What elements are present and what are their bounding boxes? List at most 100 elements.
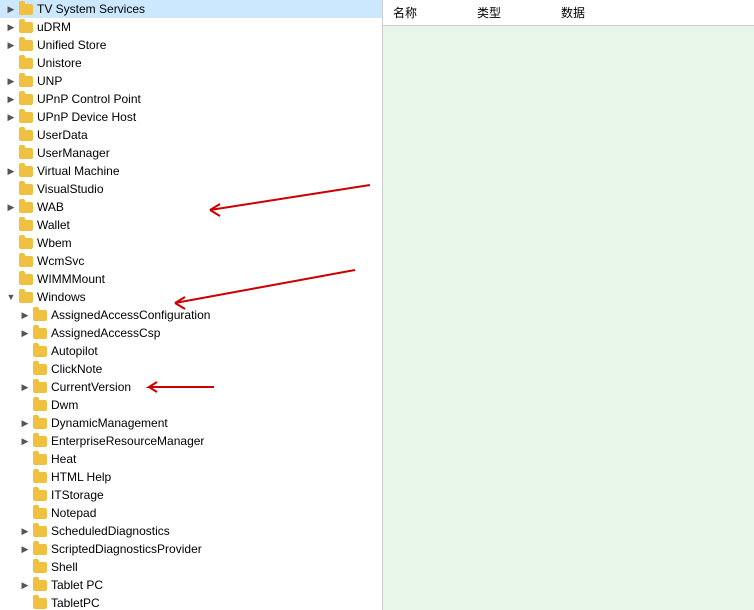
expand-icon-enterprise-resource-manager[interactable]: ▶ <box>18 434 32 448</box>
tree-item-autopilot[interactable]: Autopilot <box>0 342 382 360</box>
expand-icon-heat[interactable] <box>18 452 32 466</box>
expand-icon-wab[interactable]: ▶ <box>4 200 18 214</box>
expand-icon-scripted-diagnostics-provider[interactable]: ▶ <box>18 542 32 556</box>
expand-icon-unp[interactable]: ▶ <box>4 74 18 88</box>
tree-item-dynamic-management[interactable]: ▶ DynamicManagement <box>0 414 382 432</box>
tree-item-currentversion[interactable]: ▶ CurrentVersion <box>0 378 382 396</box>
tree-item-scripted-diagnostics-provider[interactable]: ▶ ScriptedDiagnosticsProvider <box>0 540 382 558</box>
value-content <box>383 26 754 610</box>
tree-item-clicknote[interactable]: ClickNote <box>0 360 382 378</box>
registry-tree-panel[interactable]: ▶TV System Services▶uDRM▶Unified StoreUn… <box>0 0 383 610</box>
tree-item-html-help[interactable]: HTML Help <box>0 468 382 486</box>
tree-item-assigned-access-config[interactable]: ▶AssignedAccessConfiguration <box>0 306 382 324</box>
tree-item-unified-store[interactable]: ▶Unified Store <box>0 36 382 54</box>
folder-icon-assigned-access-csp <box>32 325 48 341</box>
expand-icon-autopilot[interactable] <box>18 344 32 358</box>
folder-icon-tabletpc <box>32 595 48 610</box>
tree-item-wab[interactable]: ▶WAB <box>0 198 382 216</box>
expand-icon-tablet-pc[interactable]: ▶ <box>18 578 32 592</box>
item-label-tablet-pc: Tablet PC <box>51 578 103 592</box>
expand-icon-unistore[interactable] <box>4 56 18 70</box>
tree-item-upnp-control-point[interactable]: ▶UPnP Control Point <box>0 90 382 108</box>
expand-icon-windows[interactable]: ▼ <box>4 290 18 304</box>
item-label-visualstudio: VisualStudio <box>37 182 104 196</box>
folder-icon-dynamic-management <box>32 415 48 431</box>
folder-icon-notepad <box>32 505 48 521</box>
tree-item-assigned-access-csp[interactable]: ▶AssignedAccessCsp <box>0 324 382 342</box>
item-label-dynamic-management: DynamicManagement <box>51 416 168 430</box>
expand-icon-tv-system-services[interactable]: ▶ <box>4 2 18 16</box>
expand-icon-wcmsvc[interactable] <box>4 254 18 268</box>
item-label-wbem: Wbem <box>37 236 72 250</box>
col-type: 类型 <box>477 4 501 21</box>
expand-icon-scheduled-diagnostics[interactable]: ▶ <box>18 524 32 538</box>
tree-item-wallet[interactable]: Wallet <box>0 216 382 234</box>
tree-item-itstorage[interactable]: ITStorage <box>0 486 382 504</box>
folder-icon-clicknote <box>32 361 48 377</box>
expand-icon-usermanager[interactable] <box>4 146 18 160</box>
tree-item-usermanager[interactable]: UserManager <box>0 144 382 162</box>
tree-item-enterprise-resource-manager[interactable]: ▶ EnterpriseResourceManager <box>0 432 382 450</box>
tree-item-heat[interactable]: Heat <box>0 450 382 468</box>
tree-item-wcmsvc[interactable]: WcmSvc <box>0 252 382 270</box>
tree-item-userdata[interactable]: UserData <box>0 126 382 144</box>
tree-item-wimmount[interactable]: WIMMMount <box>0 270 382 288</box>
expand-icon-udrm[interactable]: ▶ <box>4 20 18 34</box>
expand-icon-currentversion[interactable]: ▶ <box>18 380 32 394</box>
item-label-enterprise-resource-manager: EnterpriseResourceManager <box>51 434 204 448</box>
tree-item-unp[interactable]: ▶ UNP <box>0 72 382 90</box>
item-label-unp: UNP <box>37 74 62 88</box>
expand-icon-userdata[interactable] <box>4 128 18 142</box>
expand-icon-upnp-device-host[interactable]: ▶ <box>4 110 18 124</box>
expand-icon-html-help[interactable] <box>18 470 32 484</box>
tree-item-wbem[interactable]: Wbem <box>0 234 382 252</box>
item-label-clicknote: ClickNote <box>51 362 102 376</box>
tree-item-tv-system-services[interactable]: ▶TV System Services <box>0 0 382 18</box>
tree-item-notepad[interactable]: Notepad <box>0 504 382 522</box>
expand-icon-wimmount[interactable] <box>4 272 18 286</box>
expand-icon-dwm[interactable] <box>18 398 32 412</box>
folder-icon-tablet-pc <box>32 577 48 593</box>
expand-icon-clicknote[interactable] <box>18 362 32 376</box>
col-name: 名称 <box>393 4 417 21</box>
expand-icon-dynamic-management[interactable]: ▶ <box>18 416 32 430</box>
expand-icon-upnp-control-point[interactable]: ▶ <box>4 92 18 106</box>
expand-icon-itstorage[interactable] <box>18 488 32 502</box>
expand-icon-virtual-machine[interactable]: ▶ <box>4 164 18 178</box>
tree-item-tablet-pc[interactable]: ▶ Tablet PC <box>0 576 382 594</box>
expand-icon-assigned-access-config[interactable]: ▶ <box>18 308 32 322</box>
expand-icon-visualstudio[interactable] <box>4 182 18 196</box>
tree-item-virtual-machine[interactable]: ▶Virtual Machine <box>0 162 382 180</box>
folder-icon-unified-store <box>18 37 34 53</box>
item-label-wcmsvc: WcmSvc <box>37 254 84 268</box>
item-label-scripted-diagnostics-provider: ScriptedDiagnosticsProvider <box>51 542 202 556</box>
tree-item-dwm[interactable]: Dwm <box>0 396 382 414</box>
tree-item-upnp-device-host[interactable]: ▶UPnP Device Host <box>0 108 382 126</box>
expand-icon-notepad[interactable] <box>18 506 32 520</box>
tree-item-scheduled-diagnostics[interactable]: ▶ScheduledDiagnostics <box>0 522 382 540</box>
tree-item-udrm[interactable]: ▶ uDRM <box>0 18 382 36</box>
folder-icon-autopilot <box>32 343 48 359</box>
expand-icon-shell[interactable] <box>18 560 32 574</box>
tree-item-shell[interactable]: Shell <box>0 558 382 576</box>
item-label-usermanager: UserManager <box>37 146 110 160</box>
expand-icon-assigned-access-csp[interactable]: ▶ <box>18 326 32 340</box>
tree-item-unistore[interactable]: Unistore <box>0 54 382 72</box>
folder-icon-itstorage <box>32 487 48 503</box>
expand-icon-wbem[interactable] <box>4 236 18 250</box>
folder-icon-wimmount <box>18 271 34 287</box>
folder-icon-wab <box>18 199 34 215</box>
folder-icon-udrm <box>18 19 34 35</box>
folder-icon-scheduled-diagnostics <box>32 523 48 539</box>
expand-icon-tabletpc[interactable] <box>18 596 32 610</box>
item-label-currentversion: CurrentVersion <box>51 380 131 394</box>
expand-icon-unified-store[interactable]: ▶ <box>4 38 18 52</box>
tree-item-windows[interactable]: ▼Windows <box>0 288 382 306</box>
tree-item-tabletpc[interactable]: TabletPC <box>0 594 382 610</box>
expand-icon-wallet[interactable] <box>4 218 18 232</box>
tree-item-visualstudio[interactable]: VisualStudio <box>0 180 382 198</box>
folder-icon-heat <box>32 451 48 467</box>
value-header: 名称 类型 数据 <box>383 0 754 26</box>
item-label-udrm: uDRM <box>37 20 71 34</box>
item-label-tabletpc: TabletPC <box>51 596 100 610</box>
